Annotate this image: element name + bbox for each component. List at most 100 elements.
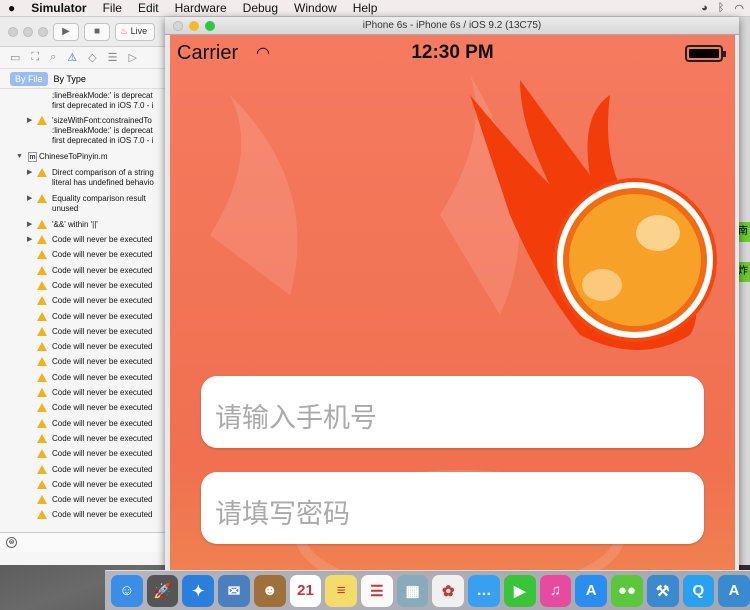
menu-help[interactable]: Help: [345, 1, 386, 15]
filter-bar: ⊜: [0, 532, 170, 552]
issue-text: ChineseToPinyin.m: [39, 152, 108, 161]
issue-text: Code will never be executed: [52, 342, 153, 352]
issue-text: Code will never be executed: [52, 311, 153, 321]
disclosure-triangle-icon[interactable]: ▼: [16, 152, 23, 162]
dock-simulator-icon[interactable]: A: [718, 574, 750, 607]
dock-launchpad-icon[interactable]: 🚀: [146, 574, 179, 607]
warning-icon: [37, 326, 47, 336]
disclosure-triangle-icon[interactable]: ▶: [27, 220, 32, 230]
dock-facetime-icon[interactable]: ▶: [503, 574, 536, 607]
apple-menu-icon[interactable]: ●: [0, 1, 23, 15]
issue-text: Code will never be executed: [52, 357, 153, 367]
scheme-label: Live: [130, 25, 148, 36]
dock-contacts-icon[interactable]: ☻: [253, 574, 286, 607]
menu-window[interactable]: Window: [286, 1, 345, 15]
disclosure-triangle-icon[interactable]: ▶: [27, 168, 32, 178]
disclosure-triangle-icon[interactable]: ▶: [27, 116, 32, 126]
issue-warning-icon[interactable]: ⚠: [67, 51, 77, 64]
warning-icon: [37, 280, 47, 290]
test-icon[interactable]: ◇: [88, 51, 96, 64]
warning-icon: [37, 388, 47, 397]
issue-text: Code will never be executed: [52, 418, 153, 428]
warning-icon: [37, 510, 47, 520]
warning-icon: [37, 220, 47, 229]
clock: 12:30 PM: [411, 42, 494, 63]
password-input[interactable]: 请填写密码: [201, 472, 704, 544]
warning-icon: [37, 403, 47, 413]
window-title: iPhone 6s - iPhone 6s / iOS 9.2 (13C75): [362, 20, 542, 31]
warning-icon: [37, 116, 47, 125]
dock-wechat-icon[interactable]: ●●: [611, 574, 643, 607]
issue-text: '&&' within '||': [52, 220, 98, 229]
wifi-status-icon[interactable]: ◠: [734, 2, 744, 15]
debug-icon[interactable]: ☰: [108, 51, 118, 64]
iphone-screen: Carrier ◠ 12:30 PM 请输入手机号 请填写密码: [170, 35, 735, 570]
issue-text: Code will never be executed: [52, 433, 153, 443]
zoom-button[interactable]: [38, 26, 48, 37]
dock-safari-icon[interactable]: ✦: [182, 574, 215, 607]
menu-file[interactable]: File: [95, 1, 130, 15]
disclosure-triangle-icon[interactable]: ▶: [27, 194, 32, 204]
dock-photos-icon[interactable]: ✿: [432, 574, 465, 607]
issue-text: Code will never be executed: [52, 296, 153, 306]
dock-mail-icon[interactable]: ✉: [218, 574, 250, 607]
xcode-toolbar: ▶ ■ ♨ Live: [0, 17, 169, 47]
filter-icon[interactable]: ⊜: [6, 537, 17, 548]
battery-icon: [685, 45, 726, 62]
dock-qq-browser-icon[interactable]: Q: [682, 574, 715, 607]
dock-finder-icon[interactable]: ☺: [111, 574, 143, 607]
menu-bar: ● Simulator File Edit Hardware Debug Win…: [0, 0, 750, 17]
warning-icon: [37, 194, 47, 203]
issue-text: Code will never be executed: [52, 510, 153, 520]
issue-text: literal has undefined behavio: [52, 178, 154, 187]
scheme-selector[interactable]: ♨ Live: [115, 22, 155, 41]
by-file-tab[interactable]: By File: [10, 71, 48, 86]
symbol-icon[interactable]: ⛶: [31, 51, 39, 64]
warning-icon: [37, 449, 47, 459]
issue-text: first deprecated in iOS 7.0 - i: [52, 136, 154, 145]
issue-text: Code will never be executed: [52, 372, 153, 382]
folder-icon[interactable]: ▭: [10, 51, 20, 64]
dock-itunes-icon[interactable]: ♫: [539, 574, 572, 607]
dock-xcode-icon[interactable]: ⚒: [646, 574, 679, 607]
breakpoint-icon[interactable]: ▷: [129, 51, 137, 64]
warning-icon: [37, 235, 47, 244]
search-icon[interactable]: ⌕: [50, 51, 56, 64]
bluetooth-icon[interactable]: ᛒ: [718, 2, 725, 15]
close-button[interactable]: [8, 26, 18, 37]
dock-notes-icon[interactable]: ≡: [325, 574, 358, 607]
issue-text: first deprecated in iOS 7.0 - i: [52, 101, 154, 110]
wechat-status-icon[interactable]: ◕: [701, 2, 708, 15]
issue-text: :lineBreakMode:' is deprecat: [52, 126, 153, 135]
dock-reminders-icon[interactable]: ☰: [361, 574, 393, 607]
status-bar: Carrier ◠ 12:30 PM: [170, 35, 735, 71]
issue-text: Code will never be executed: [52, 479, 153, 489]
issue-text: unused: [52, 204, 79, 213]
issue-text: Code will never be executed: [52, 464, 153, 474]
warning-icon: [37, 357, 47, 367]
menu-edit[interactable]: Edit: [130, 1, 167, 15]
menu-hardware[interactable]: Hardware: [167, 1, 235, 15]
dock-messages-icon[interactable]: …: [468, 574, 500, 607]
warning-icon: [37, 433, 47, 443]
minimize-button[interactable]: [23, 26, 33, 37]
background-window-edge: [738, 17, 750, 565]
warning-icon: [37, 296, 47, 306]
disclosure-triangle-icon[interactable]: ▶: [27, 235, 32, 245]
dock-app-store-icon[interactable]: A: [575, 574, 608, 607]
issue-text: Code will never be executed: [52, 265, 153, 275]
dock-preview-icon[interactable]: ▦: [396, 574, 429, 607]
by-type-tab[interactable]: By Type: [54, 74, 86, 84]
run-button[interactable]: ▶: [53, 22, 79, 41]
warning-icon: [37, 265, 47, 275]
warning-icon: [37, 168, 47, 177]
menu-debug[interactable]: Debug: [235, 1, 286, 15]
issue-text: Code will never be executed: [52, 235, 153, 244]
issue-text: Equality comparison result: [52, 194, 146, 203]
dock-calendar-icon[interactable]: 21: [289, 574, 322, 607]
issue-list: :lineBreakMode:' is deprecat first deprec…: [0, 91, 170, 531]
menu-simulator[interactable]: Simulator: [23, 1, 94, 15]
phone-number-input[interactable]: 请输入手机号: [201, 376, 704, 448]
stop-button[interactable]: ■: [84, 22, 110, 41]
issue-text: Code will never be executed: [52, 326, 153, 336]
